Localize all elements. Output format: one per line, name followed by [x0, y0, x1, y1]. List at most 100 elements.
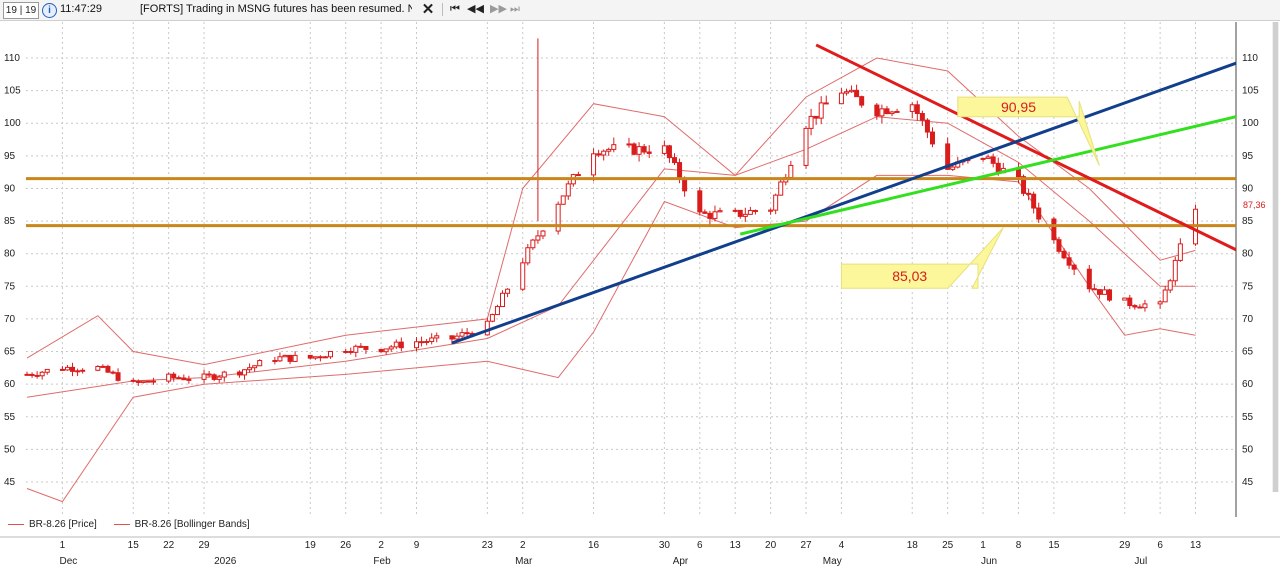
- price-chart[interactable]: 45 45 50 50 55 55 60 60 65 65 70 70 75 75 80 80 85 85 90 90…: [0, 0, 1280, 572]
- scrollbar-thumb[interactable]: [1273, 22, 1278, 492]
- y-tick-right: 105: [1242, 86, 1259, 97]
- candle-body: [778, 181, 784, 196]
- x-tick-label: 9: [414, 540, 420, 551]
- candle-body: [44, 368, 50, 373]
- candle-body: [257, 360, 263, 367]
- x-tick-label: 26: [340, 540, 352, 551]
- candle-body: [135, 380, 141, 383]
- candle-body: [505, 288, 511, 294]
- y-tick-left: 95: [4, 151, 16, 162]
- x-month-label: May: [823, 556, 842, 567]
- candle-body: [464, 332, 470, 335]
- x-tick-label: 30: [659, 540, 671, 551]
- candle-body: [145, 380, 151, 383]
- candle-body: [130, 379, 136, 382]
- candle-body: [768, 209, 774, 212]
- candle-body: [500, 292, 506, 308]
- candle-body: [803, 127, 809, 166]
- callout-value: 85,03: [892, 268, 927, 284]
- candle-body: [80, 369, 86, 372]
- x-tick-label: 25: [942, 540, 954, 551]
- candle-body: [110, 371, 116, 374]
- candle-body: [388, 346, 394, 350]
- y-tick-left: 85: [4, 216, 16, 227]
- candle-body: [1096, 289, 1102, 295]
- x-month-label: Mar: [515, 556, 533, 567]
- candle-body: [601, 150, 607, 156]
- x-tick-label: 4: [839, 540, 845, 551]
- legend-swatch: [8, 523, 24, 525]
- y-tick-right: 55: [1242, 412, 1254, 423]
- x-tick-label: 6: [1157, 540, 1163, 551]
- candle-body: [859, 96, 865, 106]
- x-tick-label: 15: [1048, 540, 1060, 551]
- x-month-label: Apr: [673, 556, 689, 567]
- candle-body: [1142, 303, 1148, 309]
- candle-body: [494, 306, 500, 316]
- candle-body: [34, 374, 40, 377]
- x-tick-label: 1: [980, 540, 986, 551]
- candle-body: [914, 104, 920, 114]
- candle-body: [312, 356, 318, 359]
- x-month-label: Dec: [60, 556, 78, 567]
- candle-body: [140, 380, 146, 383]
- y-tick-left: 50: [4, 444, 16, 455]
- candle-body: [631, 143, 637, 155]
- candle-body: [1031, 193, 1037, 209]
- y-tick-right: 80: [1242, 249, 1254, 260]
- legend-swatch: [113, 523, 130, 525]
- x-tick-label: 19: [305, 540, 317, 551]
- y-tick-left: 60: [4, 379, 16, 390]
- legend-label: BR-8.26 [Bollinger Bands]: [134, 519, 250, 530]
- candle-body: [424, 341, 430, 344]
- candle-body: [378, 348, 384, 353]
- candle-body: [1167, 280, 1173, 291]
- candle-body: [773, 194, 779, 211]
- candle-body: [434, 335, 440, 339]
- candle-body: [24, 373, 30, 376]
- candle-body: [186, 378, 192, 381]
- x-tick-label: 16: [588, 540, 600, 551]
- candle-body: [201, 373, 207, 380]
- y-tick-right: 110: [1242, 53, 1258, 64]
- candle-body: [292, 354, 298, 362]
- candle-body: [849, 89, 855, 93]
- candle-body: [843, 91, 849, 94]
- vertical-scrollbar[interactable]: [1272, 22, 1279, 492]
- candle-body: [707, 212, 713, 219]
- candle-body: [166, 373, 172, 382]
- candle-body: [712, 211, 718, 219]
- candle-body: [560, 195, 566, 205]
- candle-body: [1137, 306, 1143, 309]
- candle-body: [181, 377, 187, 381]
- x-tick-label: 13: [1190, 540, 1202, 551]
- candle-body: [221, 371, 227, 378]
- candle-body: [889, 111, 895, 115]
- x-tick-label: 23: [482, 540, 494, 551]
- candle-body: [100, 365, 106, 368]
- y-tick-left: 65: [4, 347, 16, 358]
- candle-body: [1101, 289, 1107, 295]
- candle-body: [666, 145, 672, 159]
- candle-body: [70, 366, 76, 372]
- y-tick-right: 45: [1242, 477, 1254, 488]
- candle-body: [788, 164, 794, 178]
- candle-body: [1051, 218, 1057, 241]
- x-month-label: Jun: [981, 556, 997, 567]
- candle-body: [752, 210, 758, 213]
- y-tick-right: 100: [1242, 118, 1259, 129]
- x-tick-label: 1: [60, 540, 66, 551]
- candle-body: [641, 146, 647, 153]
- x-month-label: 2026: [214, 556, 237, 567]
- candle-body: [717, 210, 723, 213]
- y-tick-right: 95: [1242, 151, 1254, 162]
- candle-body: [64, 366, 70, 371]
- candle-body: [540, 230, 546, 237]
- candle-body: [1066, 257, 1072, 266]
- candle-body: [317, 356, 323, 359]
- candle-body: [525, 247, 531, 264]
- candle-body: [95, 366, 101, 371]
- candle-body: [211, 374, 217, 380]
- x-tick-label: 6: [697, 540, 703, 551]
- candle-body: [1107, 289, 1113, 301]
